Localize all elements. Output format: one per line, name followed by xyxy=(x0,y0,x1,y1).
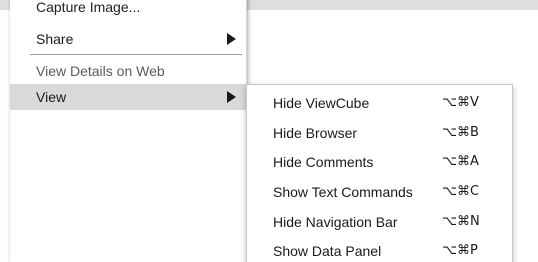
submenu-item-label: Hide Navigation Bar xyxy=(273,214,398,230)
submenu-item-label: Hide Comments xyxy=(273,154,374,170)
menu-item-label: View Details on Web xyxy=(36,63,165,79)
submenu-item-hide-navigation-bar[interactable]: Hide Navigation Bar ⌥⌘N xyxy=(247,208,512,236)
submenu-item-hide-browser[interactable]: Hide Browser ⌥⌘B xyxy=(247,119,512,147)
menu-item-share[interactable]: Share xyxy=(10,26,246,52)
screen: Capture Image... Share View Details on W… xyxy=(0,0,538,262)
menu-item-view-details-on-web[interactable]: View Details on Web xyxy=(10,58,246,84)
menu-item-view[interactable]: View xyxy=(10,84,246,110)
menu-item-label: Capture Image... xyxy=(36,0,141,15)
keyboard-shortcut: ⌥⌘B xyxy=(442,125,479,140)
keyboard-shortcut: ⌥⌘V xyxy=(442,95,479,110)
submenu-item-label: Hide Browser xyxy=(273,125,358,141)
menu-separator xyxy=(30,54,242,55)
view-submenu: Hide ViewCube ⌥⌘V Hide Browser ⌥⌘B Hide … xyxy=(246,84,513,262)
keyboard-shortcut: ⌥⌘N xyxy=(442,214,480,229)
submenu-item-label: Show Data Panel xyxy=(273,243,382,259)
submenu-item-label: Show Text Commands xyxy=(273,184,413,200)
submenu-item-hide-comments[interactable]: Hide Comments ⌥⌘A xyxy=(247,148,512,176)
chevron-right-icon xyxy=(227,91,236,103)
keyboard-shortcut: ⌥⌘P xyxy=(442,243,478,258)
submenu-item-label: Hide ViewCube xyxy=(273,95,370,111)
submenu-item-show-data-panel[interactable]: Show Data Panel ⌥⌘P xyxy=(247,237,512,262)
menu-item-capture-image[interactable]: Capture Image... xyxy=(10,0,246,18)
submenu-item-show-text-commands[interactable]: Show Text Commands ⌥⌘C xyxy=(247,178,512,206)
menu-item-label: Share xyxy=(36,31,74,47)
keyboard-shortcut: ⌥⌘C xyxy=(442,184,480,199)
chevron-right-icon xyxy=(227,33,236,45)
submenu-item-hide-viewcube[interactable]: Hide ViewCube ⌥⌘V xyxy=(247,89,512,117)
menu-item-label: View xyxy=(36,89,67,105)
context-menu: Capture Image... Share View Details on W… xyxy=(10,0,247,262)
keyboard-shortcut: ⌥⌘A xyxy=(442,154,479,169)
